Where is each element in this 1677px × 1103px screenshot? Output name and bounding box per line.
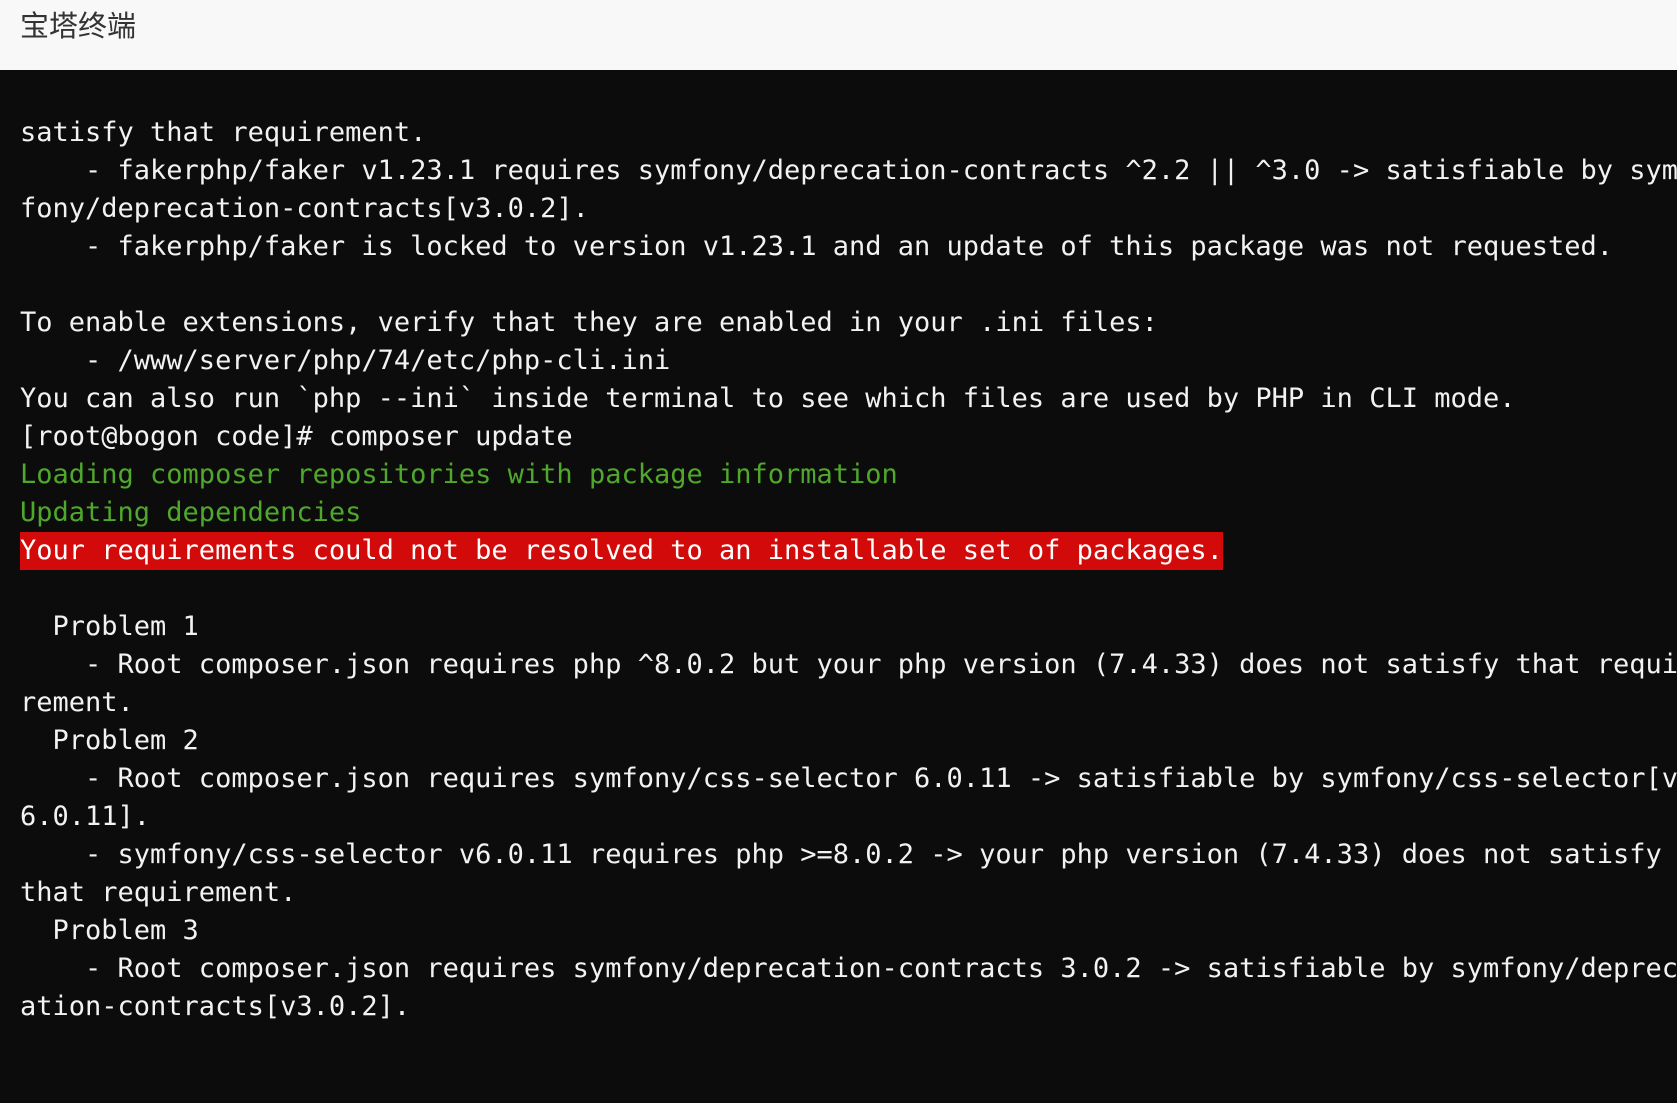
terminal-line: - Root composer.json requires symfony/de… xyxy=(20,950,1677,988)
terminal-line: Your requirements could not be resolved … xyxy=(20,532,1677,570)
terminal-line-text: - fakerphp/faker v1.23.1 requires symfon… xyxy=(20,155,1677,186)
terminal-line-text: - /www/server/php/74/etc/php-cli.ini xyxy=(20,345,671,376)
terminal-line-text: Problem 2 xyxy=(20,725,199,756)
terminal-line-text: - symfony/css-selector v6.0.11 requires … xyxy=(20,839,1662,870)
terminal-line-text: 6.0.11]. xyxy=(20,801,151,832)
terminal-line: Problem 2 xyxy=(20,722,1677,760)
terminal-line: Problem 1 xyxy=(20,608,1677,646)
terminal-line: - symfony/css-selector v6.0.11 requires … xyxy=(20,836,1677,874)
terminal-line: You can also run `php --ini` inside term… xyxy=(20,380,1677,418)
terminal-line-text: - Root composer.json requires symfony/cs… xyxy=(20,763,1677,794)
terminal-line-text: that requirement. xyxy=(20,877,297,908)
error-message: Your requirements could not be resolved … xyxy=(20,532,1223,570)
terminal-line: rement. xyxy=(20,684,1677,722)
terminal-line: 6.0.11]. xyxy=(20,798,1677,836)
terminal-line-text: To enable extensions, verify that they a… xyxy=(20,307,1158,338)
terminal-line-text: You can also run `php --ini` inside term… xyxy=(20,383,1516,414)
terminal-line: that requirement. xyxy=(20,874,1677,912)
terminal-line: - fakerphp/faker is locked to version v1… xyxy=(20,228,1677,266)
terminal-line-text: Problem 3 xyxy=(20,915,199,946)
terminal-output[interactable]: satisfy that requirement. - fakerphp/fak… xyxy=(0,70,1677,1103)
terminal-line: - Root composer.json requires symfony/cs… xyxy=(20,760,1677,798)
terminal-line-text: rement. xyxy=(20,687,134,718)
terminal-line: Problem 3 xyxy=(20,912,1677,950)
terminal-line-text: - fakerphp/faker is locked to version v1… xyxy=(20,231,1614,262)
terminal-line-text: satisfy that requirement. xyxy=(20,117,427,148)
window-title: 宝塔终端 xyxy=(20,9,137,43)
terminal-line: - /www/server/php/74/etc/php-cli.ini xyxy=(20,342,1677,380)
terminal-line-text: - Root composer.json requires symfony/de… xyxy=(20,953,1677,984)
terminal-line: [root@bogon code]# composer update xyxy=(20,418,1677,456)
terminal-line-text: - Root composer.json requires php ^8.0.2… xyxy=(20,649,1677,680)
terminal-line-text: ation-contracts[v3.0.2]. xyxy=(20,991,411,1022)
terminal-line: ation-contracts[v3.0.2]. xyxy=(20,988,1677,1026)
terminal-line: To enable extensions, verify that they a… xyxy=(20,304,1677,342)
terminal-line: fony/deprecation-contracts[v3.0.2]. xyxy=(20,190,1677,228)
terminal-line: satisfy that requirement. xyxy=(20,114,1677,152)
terminal-line-text: fony/deprecation-contracts[v3.0.2]. xyxy=(20,193,589,224)
terminal-line: - fakerphp/faker v1.23.1 requires symfon… xyxy=(20,152,1677,190)
info-message: Loading composer repositories with packa… xyxy=(20,459,898,490)
terminal-line: Loading composer repositories with packa… xyxy=(20,456,1677,494)
title-bar: 宝塔终端 xyxy=(0,0,1677,70)
terminal-line: - Root composer.json requires php ^8.0.2… xyxy=(20,646,1677,684)
terminal-window: 宝塔终端 satisfy that requirement. - fakerph… xyxy=(0,0,1677,1103)
terminal-line-text: Problem 1 xyxy=(20,611,199,642)
terminal-line: Updating dependencies xyxy=(20,494,1677,532)
terminal-line-text: [root@bogon code]# composer update xyxy=(20,421,573,452)
info-message: Updating dependencies xyxy=(20,497,362,528)
